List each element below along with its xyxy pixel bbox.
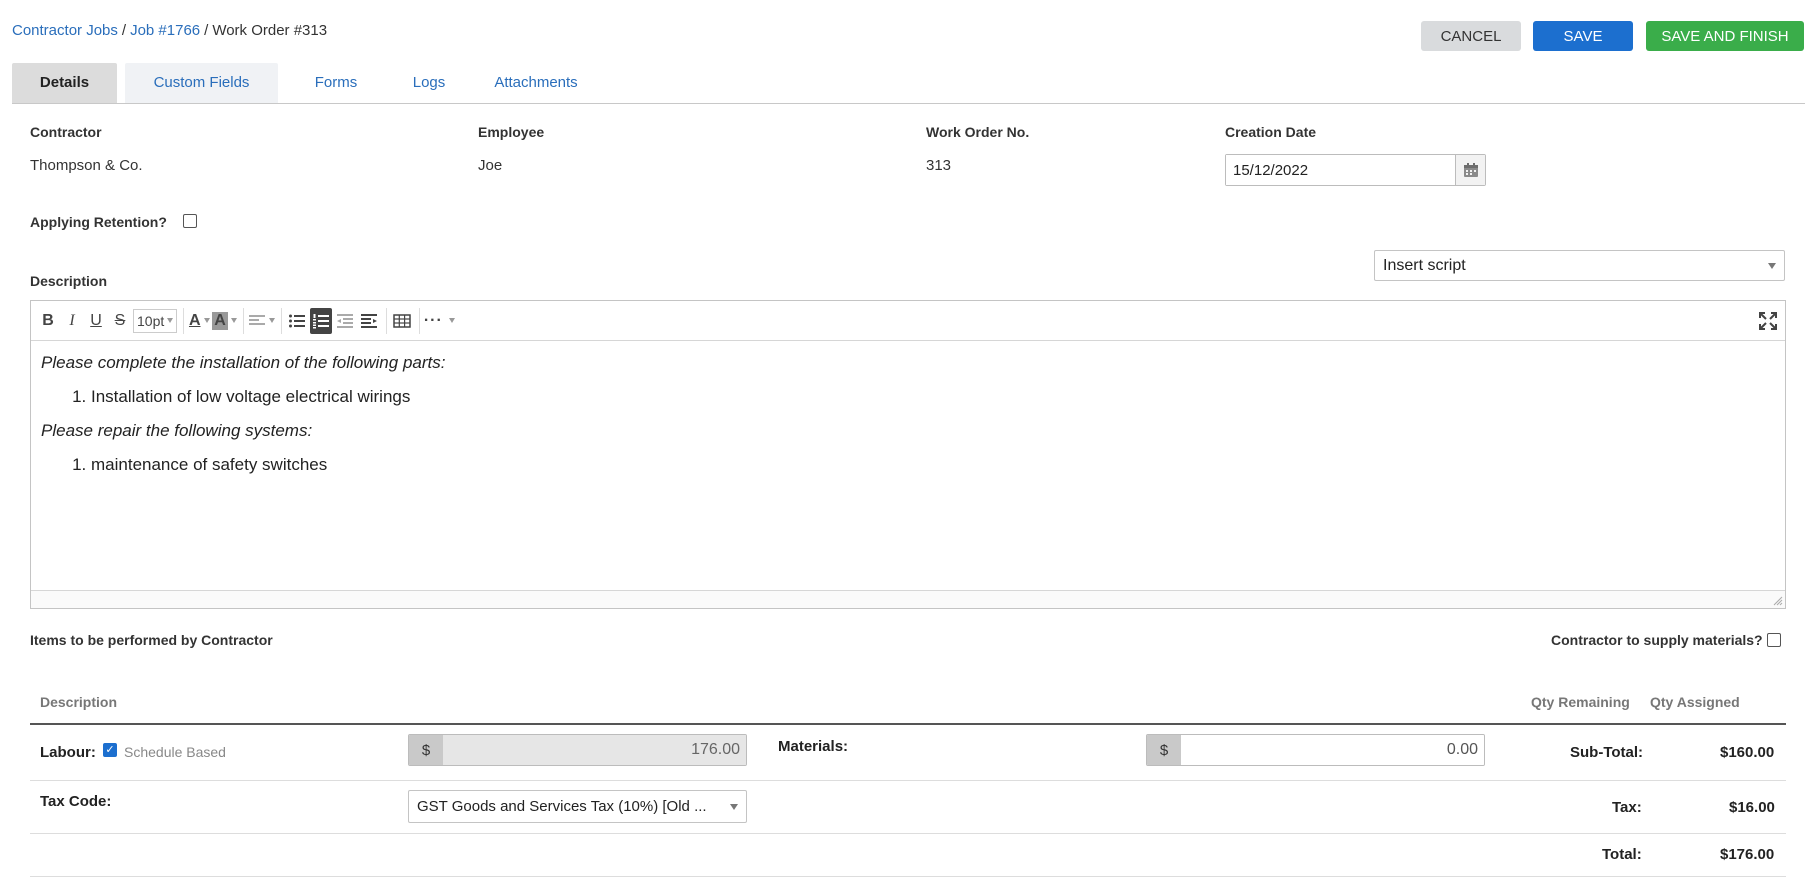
row-divider [30, 876, 1786, 877]
background-color-icon[interactable]: A [212, 308, 237, 334]
breadcrumb-contractor-jobs[interactable]: Contractor Jobs [12, 22, 118, 39]
chevron-down-icon [730, 803, 738, 810]
toolbar-separator [183, 307, 185, 334]
toolbar-separator [280, 307, 282, 334]
tab-details[interactable]: Details [12, 63, 117, 103]
total-label: Total: [1602, 846, 1642, 863]
chevron-down-icon [230, 318, 237, 323]
column-header-description: Description [40, 694, 118, 710]
insert-script-value: Insert script [1383, 256, 1466, 274]
table-icon[interactable] [391, 308, 413, 334]
editor-numbered-list: maintenance of safety switches [91, 455, 1775, 475]
editor-paragraph: Please complete the installation of the … [41, 353, 446, 372]
editor-content[interactable]: Please complete the installation of the … [31, 341, 1785, 501]
list-item: maintenance of safety switches [91, 455, 1775, 475]
resize-handle-icon[interactable] [1773, 596, 1783, 606]
insert-script-select[interactable]: Insert script [1374, 250, 1785, 281]
breadcrumb-current: Work Order #313 [212, 22, 328, 39]
toolbar-separator [242, 307, 244, 334]
contractor-value: Thompson & Co. [30, 157, 143, 174]
cancel-button[interactable]: CANCEL [1421, 21, 1521, 51]
editor-paragraph: Please repair the following systems: [41, 421, 313, 440]
currency-symbol: $ [409, 735, 443, 765]
chevron-down-icon [203, 318, 210, 323]
editor-status-bar [31, 590, 1785, 608]
total-value: $176.00 [1720, 846, 1775, 863]
items-title: Items to be performed by Contractor [30, 632, 273, 648]
materials-amount-input[interactable] [1181, 735, 1484, 765]
font-size-value: 10pt [137, 312, 165, 329]
save-button[interactable]: SAVE [1533, 21, 1633, 51]
creation-date-input[interactable] [1226, 155, 1455, 185]
list-item: Installation of low voltage electrical w… [91, 387, 1775, 407]
materials-label: Materials: [778, 738, 849, 755]
employee-label: Employee [478, 124, 545, 140]
labour-label: Labour: [40, 744, 96, 761]
chevron-down-icon [1768, 262, 1776, 269]
tab-logs[interactable]: Logs [394, 63, 464, 103]
creation-date-label: Creation Date [1225, 124, 1317, 140]
table-header-divider [30, 723, 1786, 725]
toolbar-separator [418, 307, 420, 334]
subtotal-label: Sub-Total: [1570, 744, 1644, 761]
creation-date-picker [1225, 154, 1486, 186]
column-header-qty-assigned: Qty Assigned [1650, 694, 1740, 710]
retention-label: Applying Retention? [30, 214, 167, 230]
underline-icon[interactable]: U [85, 308, 107, 334]
supply-materials-label: Contractor to supply materials? [1551, 632, 1763, 648]
tax-code-value: GST Goods and Services Tax (10%) [Old ..… [417, 798, 707, 815]
description-label: Description [30, 273, 108, 289]
row-divider [30, 833, 1786, 834]
breadcrumb-separator: / [204, 22, 209, 39]
tax-label: Tax: [1612, 799, 1642, 816]
column-header-qty-remaining: Qty Remaining [1531, 694, 1630, 710]
schedule-based-label: Schedule Based [124, 744, 226, 760]
employee-value: Joe [478, 157, 503, 174]
outdent-icon[interactable] [334, 308, 356, 334]
schedule-based-checkbox[interactable]: ✓ [103, 743, 117, 757]
toolbar-separator [385, 307, 387, 334]
currency-symbol: $ [1147, 735, 1181, 765]
indent-icon[interactable] [358, 308, 380, 334]
chevron-down-icon [448, 318, 455, 323]
row-divider [30, 780, 1786, 781]
materials-amount-field: $ [1146, 734, 1485, 766]
tabs-divider [12, 103, 1805, 104]
work-order-label: Work Order No. [926, 124, 1030, 140]
labour-amount-input[interactable] [443, 735, 746, 765]
labour-amount-field: $ [408, 734, 747, 766]
tab-attachments[interactable]: Attachments [476, 63, 596, 103]
chevron-down-icon [268, 318, 275, 323]
breadcrumb: Contractor Jobs / Job #1766/Work Order #31… [12, 22, 327, 39]
calendar-icon[interactable] [1455, 155, 1485, 185]
numbered-list-icon[interactable] [309, 307, 332, 334]
italic-icon[interactable]: I [61, 308, 83, 334]
description-editor: B I U S 10pt A A ··· Please complete the… [30, 300, 1786, 609]
breadcrumb-job[interactable]: Job #1766 [130, 22, 200, 39]
font-size-select[interactable]: 10pt [133, 308, 178, 333]
bullet-list-icon[interactable] [286, 308, 308, 334]
tax-value: $16.00 [1729, 799, 1775, 816]
tab-custom-fields[interactable]: Custom Fields [125, 63, 278, 103]
tax-code-select[interactable]: GST Goods and Services Tax (10%) [Old ..… [408, 790, 747, 823]
breadcrumb-separator: / [121, 22, 127, 39]
strikethrough-icon[interactable]: S [109, 308, 131, 334]
subtotal-value: $160.00 [1720, 744, 1775, 761]
editor-toolbar: B I U S 10pt A A ··· [31, 301, 1785, 341]
work-order-value: 313 [926, 157, 952, 174]
more-options-icon[interactable]: ··· [424, 308, 455, 334]
contractor-label: Contractor [30, 124, 102, 140]
supply-materials-checkbox[interactable] [1767, 633, 1781, 647]
chevron-down-icon [167, 318, 174, 323]
fullscreen-icon[interactable] [1757, 308, 1779, 334]
font-color-icon[interactable]: A [188, 308, 210, 334]
retention-checkbox[interactable] [183, 214, 197, 228]
tab-forms[interactable]: Forms [286, 63, 386, 103]
tab-bar: Details Custom Fields Forms Logs Attachm… [12, 63, 596, 103]
tax-code-label: Tax Code: [40, 793, 112, 810]
bold-icon[interactable]: B [37, 308, 59, 334]
align-left-icon[interactable] [248, 308, 275, 334]
save-and-finish-button[interactable]: SAVE AND FINISH [1646, 21, 1804, 51]
editor-numbered-list: Installation of low voltage electrical w… [91, 387, 1775, 407]
